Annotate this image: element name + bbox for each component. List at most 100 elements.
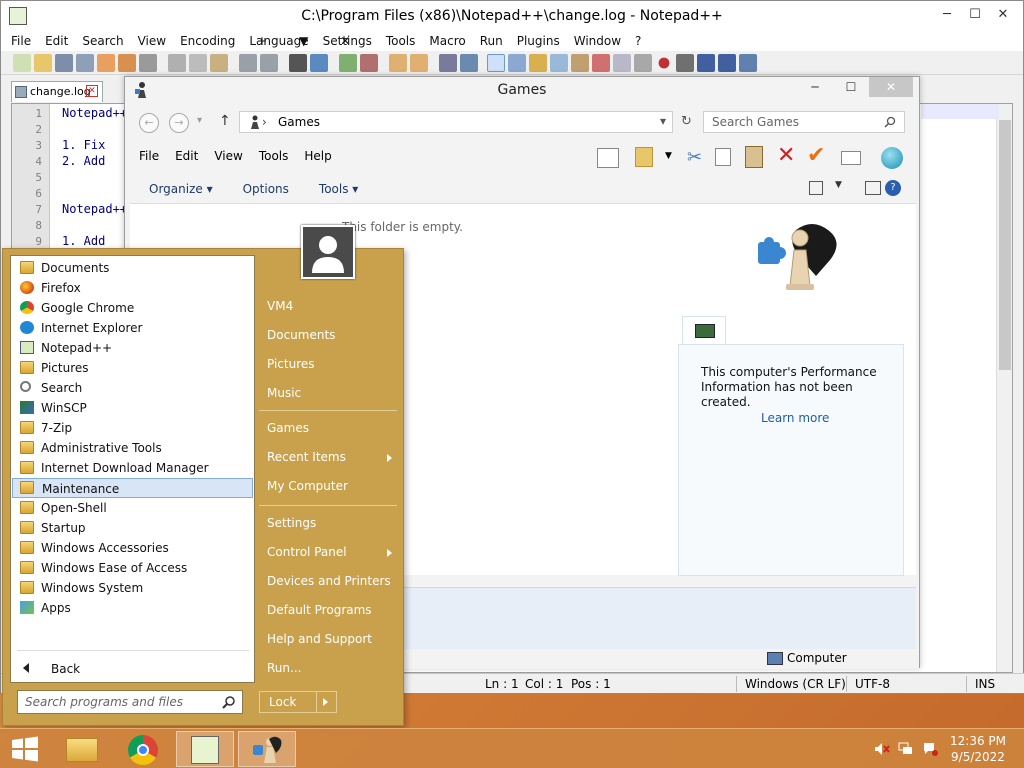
organize-menu[interactable]: Organize ▾: [149, 182, 213, 196]
folder-options-icon[interactable]: [635, 147, 653, 167]
search-programs-input[interactable]: Search programs and files: [17, 690, 243, 714]
start-user-vm4[interactable]: VM4: [267, 299, 293, 313]
start-my-computer[interactable]: My Computer: [267, 479, 348, 493]
program-documents[interactable]: Documents: [12, 258, 253, 278]
tab-close-icon[interactable]: ✕: [86, 85, 98, 97]
start-default-programs[interactable]: Default Programs: [267, 603, 372, 617]
indent-guide-icon[interactable]: [487, 53, 505, 72]
print-icon[interactable]: [139, 53, 157, 72]
program-windows-ease-of-access[interactable]: Windows Ease of Access: [12, 558, 253, 578]
taskbar-notepadpp[interactable]: [176, 731, 234, 767]
notepad-maximize-button[interactable]: ☐: [961, 5, 989, 25]
program-pictures[interactable]: Pictures: [12, 358, 253, 378]
paste-icon[interactable]: [745, 146, 763, 168]
menu-search[interactable]: Search: [82, 34, 123, 48]
start-documents[interactable]: Documents: [267, 328, 335, 342]
breadcrumb-chevron-icon[interactable]: ›: [262, 115, 267, 129]
start-settings[interactable]: Settings: [267, 516, 316, 530]
menu-view[interactable]: View: [138, 34, 166, 48]
monitor-icon[interactable]: [571, 53, 589, 72]
start-recent-items[interactable]: Recent Items: [267, 450, 397, 464]
close-icon[interactable]: [97, 53, 115, 72]
rename-icon[interactable]: [841, 151, 861, 165]
exp-menu-help[interactable]: Help: [304, 149, 331, 163]
scrollbar-thumb[interactable]: [999, 120, 1011, 370]
doc-map-icon[interactable]: [508, 53, 526, 72]
function-list-icon[interactable]: [529, 53, 547, 72]
save-icon[interactable]: [55, 53, 73, 72]
start-devices-printers[interactable]: Devices and Printers: [267, 574, 391, 588]
tools-menu[interactable]: Tools ▾: [319, 182, 358, 196]
save-all-icon[interactable]: [76, 53, 94, 72]
program-chrome[interactable]: Google Chrome: [12, 298, 253, 318]
search-icon[interactable]: [884, 116, 896, 128]
refresh-button[interactable]: ↻: [681, 114, 692, 129]
sync-horizontal-icon[interactable]: [410, 53, 428, 72]
program-administrative-tools[interactable]: Administrative Tools: [12, 438, 253, 458]
taskbar-games[interactable]: [238, 731, 296, 767]
start-pictures[interactable]: Pictures: [267, 357, 315, 371]
start-music[interactable]: Music: [267, 386, 301, 400]
exp-menu-file[interactable]: File: [139, 149, 159, 163]
menu-macro[interactable]: Macro: [429, 34, 465, 48]
internet-icon[interactable]: [881, 147, 903, 169]
view-dropdown-icon[interactable]: ▼: [835, 180, 842, 190]
undo-icon[interactable]: [239, 53, 257, 72]
menu-file[interactable]: File: [11, 34, 31, 48]
user-avatar[interactable]: [301, 225, 355, 279]
preview-pane-icon[interactable]: [597, 148, 619, 168]
cut-icon[interactable]: ✂: [687, 147, 702, 168]
forward-button[interactable]: →: [169, 113, 189, 133]
program-7zip[interactable]: 7-Zip: [12, 418, 253, 438]
program-search[interactable]: Search: [12, 378, 253, 398]
editor-scrollbar[interactable]: [996, 104, 1012, 672]
lock-button[interactable]: Lock: [259, 691, 337, 713]
program-windows-accessories[interactable]: Windows Accessories: [12, 538, 253, 558]
play-macro-icon[interactable]: [697, 53, 715, 72]
new-file-icon[interactable]: [13, 53, 31, 72]
address-input[interactable]: › Games ▾: [239, 111, 673, 133]
search-games-input[interactable]: Search Games: [703, 111, 905, 133]
word-wrap-icon[interactable]: [439, 53, 457, 72]
exp-menu-tools[interactable]: Tools: [259, 149, 289, 163]
folder-workspace-icon[interactable]: [550, 53, 568, 72]
help-icon[interactable]: ?: [885, 180, 901, 196]
back-button[interactable]: Back: [23, 662, 80, 676]
copy-icon[interactable]: [715, 148, 731, 166]
taskbar-file-explorer[interactable]: [54, 731, 112, 767]
search-icon[interactable]: [222, 695, 236, 709]
preview-toggle-icon[interactable]: [865, 181, 881, 195]
stop-macro-icon[interactable]: [676, 53, 694, 72]
explorer-maximize-button[interactable]: ☐: [839, 77, 863, 97]
exp-menu-view[interactable]: View: [214, 149, 242, 163]
delete-icon[interactable]: ✕: [777, 143, 795, 168]
action-center-icon[interactable]: [922, 742, 938, 756]
program-apps[interactable]: Apps: [12, 598, 253, 618]
explorer-title-bar[interactable]: Games ─ ☐ ✕: [125, 77, 919, 103]
up-button[interactable]: ↑: [219, 113, 231, 129]
unfold-icon[interactable]: [613, 53, 631, 72]
start-control-panel[interactable]: Control Panel: [267, 545, 397, 559]
program-startup[interactable]: Startup: [12, 518, 253, 538]
program-maintenance[interactable]: Maintenance: [12, 478, 253, 498]
program-internet-explorer[interactable]: Internet Explorer: [12, 318, 253, 338]
menu-encoding[interactable]: Encoding: [180, 34, 235, 48]
start-help-support[interactable]: Help and Support: [267, 632, 372, 646]
menu-plugins[interactable]: Plugins: [517, 34, 560, 48]
recent-pages-icon[interactable]: ▾: [197, 115, 202, 126]
open-file-icon[interactable]: [34, 53, 52, 72]
cut-icon[interactable]: [168, 53, 186, 72]
play-multiple-icon[interactable]: [718, 53, 736, 72]
options-button[interactable]: Options: [243, 182, 289, 196]
program-winscp[interactable]: WinSCP: [12, 398, 253, 418]
notepad-close-button[interactable]: ✕: [989, 5, 1017, 25]
show-all-chars-icon[interactable]: [460, 53, 478, 72]
exp-menu-edit[interactable]: Edit: [175, 149, 198, 163]
performance-tab[interactable]: [682, 316, 726, 344]
close-all-icon[interactable]: [118, 53, 136, 72]
menu-help[interactable]: ?: [635, 34, 641, 48]
fold-icon[interactable]: [592, 53, 610, 72]
volume-muted-icon[interactable]: [874, 742, 890, 756]
copy-icon[interactable]: [189, 53, 207, 72]
program-firefox[interactable]: Firefox: [12, 278, 253, 298]
